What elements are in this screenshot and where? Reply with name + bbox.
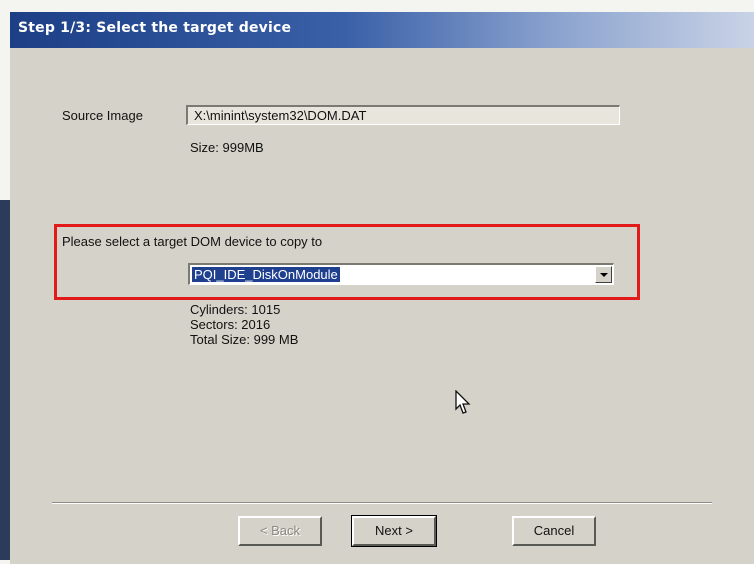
source-image-field: X:\minint\system32\DOM.DAT — [186, 105, 620, 125]
source-image-label: Source Image — [62, 108, 143, 123]
total-size-text: Total Size: 999 MB — [190, 332, 299, 347]
button-separator — [52, 502, 712, 504]
back-button[interactable]: < Back — [238, 516, 322, 546]
screen: Step 1/3: Select the target device Sourc… — [0, 0, 754, 564]
cylinders-text: Cylinders: 1015 — [190, 302, 281, 317]
next-button[interactable]: Next > — [351, 515, 437, 547]
cancel-button[interactable]: Cancel — [512, 516, 596, 546]
title-bar[interactable]: Step 1/3: Select the target device — [10, 12, 754, 48]
window-title: Step 1/3: Select the target device — [18, 20, 292, 36]
source-size-text: Size: 999MB — [190, 140, 264, 155]
mouse-pointer-icon — [455, 390, 471, 414]
sectors-text: Sectors: 2016 — [190, 317, 271, 332]
highlight-annotation — [54, 224, 640, 300]
wizard-dialog: Step 1/3: Select the target device Sourc… — [10, 12, 754, 564]
